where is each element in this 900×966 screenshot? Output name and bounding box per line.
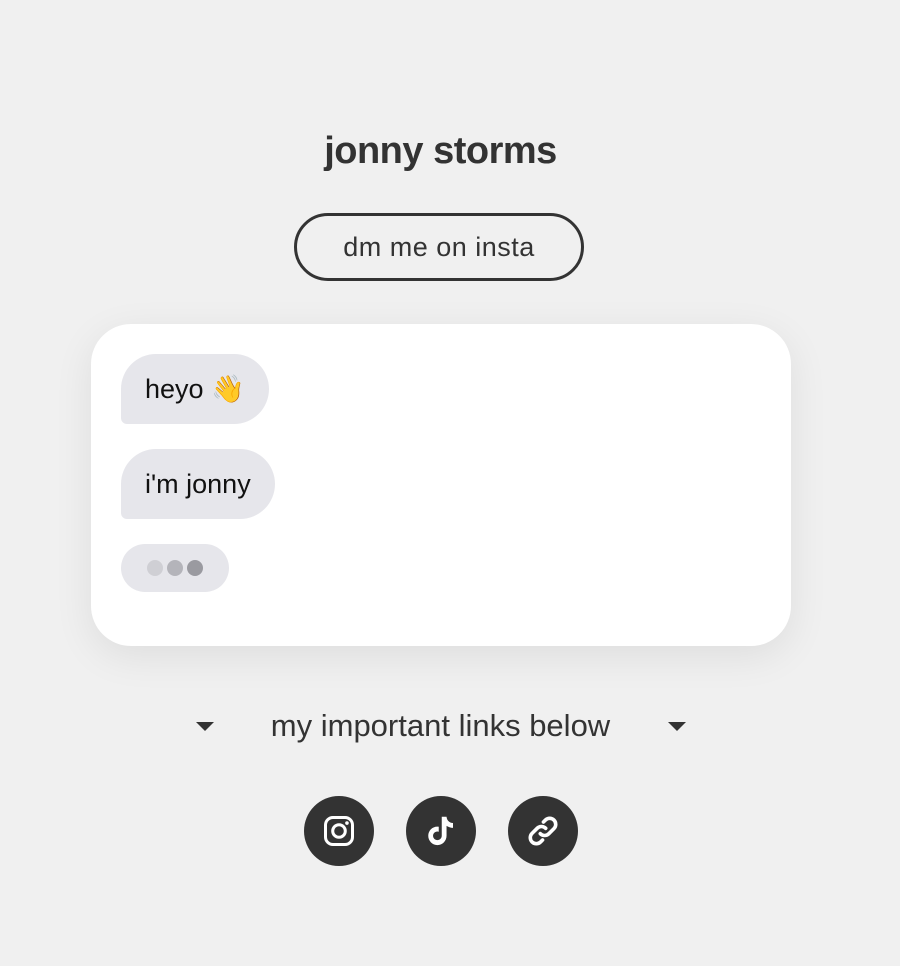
website-link-button[interactable] <box>508 796 578 866</box>
typing-indicator <box>121 544 229 592</box>
tiktok-link-button[interactable] <box>406 796 476 866</box>
typing-dot <box>167 560 183 576</box>
chat-card: heyo 👋 i'm jonny <box>91 324 791 646</box>
caret-down-icon <box>668 722 686 731</box>
profile-name: jonny storms <box>324 130 557 172</box>
chat-bubble-greeting: heyo 👋 <box>121 354 269 424</box>
instagram-icon <box>324 816 354 846</box>
tiktok-icon <box>428 816 453 846</box>
instagram-link-button[interactable] <box>304 796 374 866</box>
chat-bubble-intro: i'm jonny <box>121 449 275 519</box>
page: jonny storms dm me on insta heyo 👋 i'm j… <box>0 0 900 966</box>
dm-instagram-button[interactable]: dm me on insta <box>294 213 584 281</box>
typing-dot <box>147 560 163 576</box>
links-heading: my important links below <box>270 708 611 743</box>
typing-dot <box>187 560 203 576</box>
link-icon <box>528 816 558 846</box>
